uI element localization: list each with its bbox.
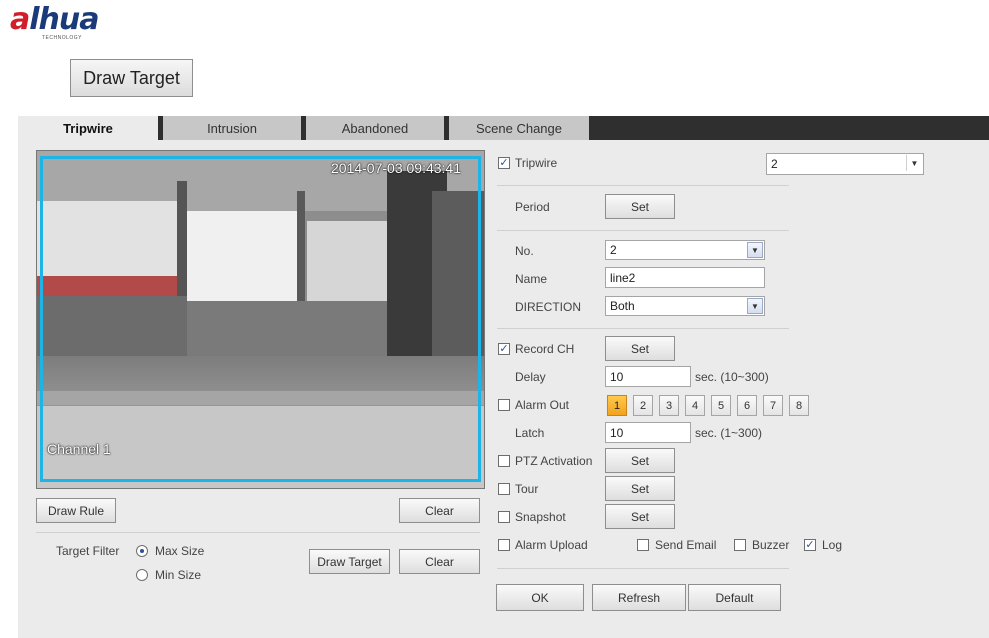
log-label: Log [822, 538, 843, 552]
alarm-out-1[interactable]: 1 [607, 395, 627, 416]
min-size-radio[interactable] [136, 569, 148, 581]
tour-label: Tour [515, 482, 539, 496]
alarm-upload-label: Alarm Upload [515, 538, 588, 552]
detection-frame [40, 156, 481, 482]
ivs-config-panel: Tripwire Intrusion Abandoned Scene Chang… [18, 116, 989, 638]
record-ch-label: Record CH [515, 342, 575, 356]
snapshot-label: Snapshot [515, 510, 566, 524]
alarm-out-8[interactable]: 8 [789, 395, 809, 416]
no-label: No. [515, 244, 534, 258]
name-input[interactable]: line2 [605, 267, 765, 288]
tab-scene-change[interactable]: Scene Change [449, 116, 589, 140]
clear-target-button[interactable]: Clear [399, 549, 480, 574]
dahua-logo: alhua TECHNOLOGY [10, 2, 130, 44]
alarm-out-4[interactable]: 4 [685, 395, 705, 416]
alarm-out-label: Alarm Out [515, 398, 570, 412]
snapshot-checkbox[interactable] [498, 511, 510, 523]
tripwire-checkbox[interactable]: ✓ [498, 157, 510, 169]
tripwire-select[interactable]: 2 ▼ [766, 153, 924, 175]
send-email-checkbox[interactable] [637, 539, 649, 551]
period-set-button[interactable]: Set [605, 194, 675, 219]
logo-tagline: TECHNOLOGY [42, 35, 83, 41]
send-email-label: Send Email [655, 538, 717, 552]
alarm-out-checkbox[interactable] [498, 399, 510, 411]
delay-range: sec. (10~300) [695, 370, 769, 384]
video-preview[interactable]: 2014-07-03 09:43:41 Channel 1 [36, 150, 485, 489]
delay-label: Delay [515, 370, 546, 384]
tour-checkbox[interactable] [498, 483, 510, 495]
ptz-activation-label: PTZ Activation [515, 454, 593, 468]
refresh-button[interactable]: Refresh [592, 584, 686, 611]
tab-bar: Tripwire Intrusion Abandoned Scene Chang… [18, 116, 989, 140]
default-button[interactable]: Default [688, 584, 781, 611]
draw-target-top-button[interactable]: Draw Target [70, 59, 193, 97]
alarm-out-7[interactable]: 7 [763, 395, 783, 416]
buzzer-label: Buzzer [752, 538, 790, 552]
log-checkbox[interactable]: ✓ [804, 539, 816, 551]
alarm-out-6[interactable]: 6 [737, 395, 757, 416]
tab-intrusion[interactable]: Intrusion [163, 116, 301, 140]
chevron-down-icon: ▼ [747, 298, 763, 314]
divider [497, 328, 789, 329]
ptz-set-button[interactable]: Set [605, 448, 675, 473]
latch-label: Latch [515, 426, 545, 440]
tab-tripwire[interactable]: Tripwire [18, 116, 158, 140]
alarm-out-3[interactable]: 3 [659, 395, 679, 416]
direction-label: DIRECTION [515, 300, 581, 314]
ptz-activation-checkbox[interactable] [498, 455, 510, 467]
divider [36, 532, 480, 533]
record-ch-set-button[interactable]: Set [605, 336, 675, 361]
direction-select[interactable]: Both ▼ [605, 296, 765, 316]
name-label: Name [515, 272, 548, 286]
tab-abandoned[interactable]: Abandoned [306, 116, 444, 140]
channel-label: Channel 1 [47, 441, 111, 457]
alarm-upload-checkbox[interactable] [498, 539, 510, 551]
chevron-down-icon: ▼ [747, 242, 763, 258]
alarm-out-5[interactable]: 5 [711, 395, 731, 416]
ok-button[interactable]: OK [496, 584, 584, 611]
period-label: Period [515, 200, 550, 214]
tour-set-button[interactable]: Set [605, 476, 675, 501]
no-select[interactable]: 2 ▼ [605, 240, 765, 260]
latch-input[interactable]: 10 [605, 422, 691, 443]
max-size-radio[interactable] [136, 545, 148, 557]
target-filter-label: Target Filter [56, 544, 120, 558]
delay-input[interactable]: 10 [605, 366, 691, 387]
alarm-out-2[interactable]: 2 [633, 395, 653, 416]
logo-wordmark: alhua [10, 2, 100, 37]
divider [497, 230, 789, 231]
max-size-label: Max Size [155, 544, 205, 558]
divider [497, 185, 789, 186]
draw-target-button[interactable]: Draw Target [309, 549, 390, 574]
draw-rule-button[interactable]: Draw Rule [36, 498, 116, 523]
chevron-down-icon: ▼ [906, 155, 922, 171]
video-timestamp: 2014-07-03 09:43:41 [331, 160, 461, 176]
clear-rule-button[interactable]: Clear [399, 498, 480, 523]
divider [497, 568, 789, 569]
snapshot-set-button[interactable]: Set [605, 504, 675, 529]
latch-range: sec. (1~300) [695, 426, 763, 440]
buzzer-checkbox[interactable] [734, 539, 746, 551]
record-ch-checkbox[interactable]: ✓ [498, 343, 510, 355]
tripwire-label: Tripwire [515, 156, 558, 170]
min-size-label: Min Size [155, 568, 202, 582]
